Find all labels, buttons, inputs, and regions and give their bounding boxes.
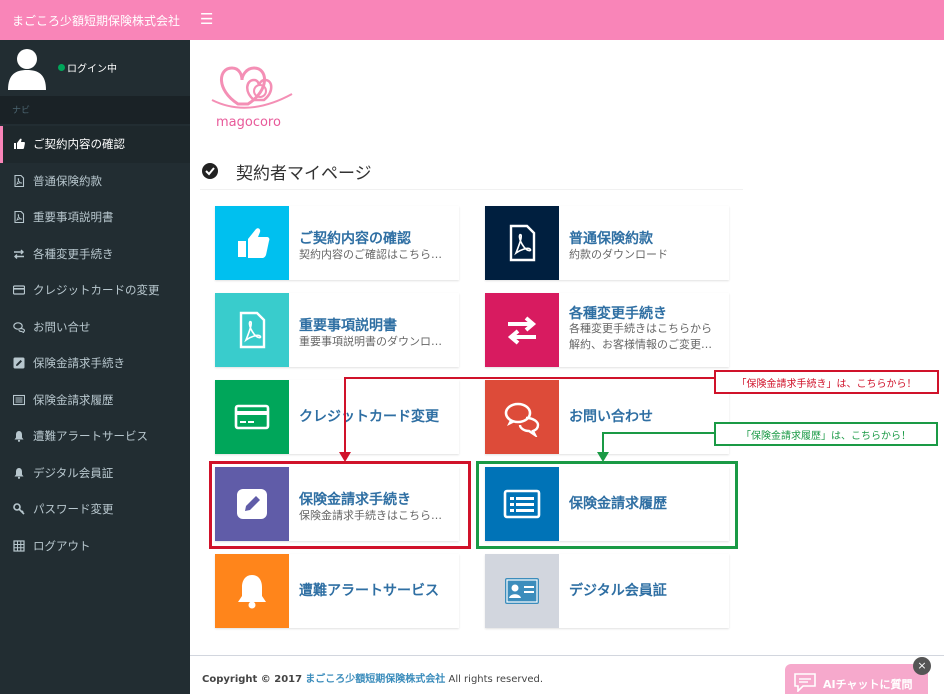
card-title: 遭難アラートサービス bbox=[299, 583, 439, 599]
logo-text: magocoro bbox=[216, 115, 281, 130]
sidebar-item-0[interactable]: ご契約内容の確認 bbox=[0, 126, 190, 163]
sidebar-item-label: ログアウト bbox=[33, 538, 91, 553]
hamburger-icon[interactable]: ☰ bbox=[200, 10, 216, 28]
top-navbar: まごころ少額短期保険株式会社 ☰ bbox=[0, 0, 944, 40]
annotation-label-claim: 「保険金請求手続き」は、こちらから！ bbox=[714, 370, 939, 394]
sidebar-item-10[interactable]: パスワード変更 bbox=[0, 491, 190, 528]
sidebar-item-label: 重要事項説明書 bbox=[33, 210, 114, 225]
card-title: 普通保険約款 bbox=[569, 231, 653, 247]
pdf-file-icon bbox=[12, 174, 26, 188]
card-9[interactable]: デジタル会員証 bbox=[485, 554, 729, 628]
sidebar-nav: ご契約内容の確認 普通保険約款 重要事項説明書 各種変更手続きクレジットカードの変更お… bbox=[0, 126, 190, 564]
chat-bubble-icon bbox=[794, 673, 816, 692]
sidebar-item-label: 普通保険約款 bbox=[33, 173, 102, 188]
exchange-icon bbox=[485, 293, 559, 367]
pdf-file-icon bbox=[485, 206, 559, 280]
sidebar-item-label: お問い合せ bbox=[33, 319, 91, 334]
bell-icon bbox=[215, 554, 289, 628]
sidebar-item-label: ご契約内容の確認 bbox=[33, 137, 125, 152]
card-3[interactable]: 各種変更手続き 各種変更手続きはこちらから 解約、お客様情報のご変更… bbox=[485, 293, 729, 367]
rights-text: All rights reserved. bbox=[448, 674, 544, 685]
sidebar-item-9[interactable]: デジタル会員証 bbox=[0, 455, 190, 492]
sidebar-item-label: クレジットカードの変更 bbox=[33, 283, 160, 298]
sidebar-item-label: 保険金請求履歴 bbox=[33, 392, 114, 407]
sidebar-item-3[interactable]: 各種変更手続き bbox=[0, 236, 190, 273]
key-icon bbox=[12, 502, 26, 516]
sidebar-item-label: パスワード変更 bbox=[33, 502, 114, 517]
annotation-box-claim bbox=[209, 461, 471, 549]
card-0[interactable]: ご契約内容の確認 契約内容のご確認はこちら… bbox=[215, 206, 459, 280]
sidebar: ログイン中 ナビ ご契約内容の確認 普通保険約款 重要事項説明書 各種変更手続きクレジ… bbox=[0, 40, 190, 694]
card-description: 契約内容のご確認はこちら… bbox=[299, 248, 442, 261]
check-circle-icon bbox=[202, 163, 218, 179]
card-title: お問い合わせ bbox=[569, 409, 653, 425]
card-description-2: 解約、お客様情報のご変更… bbox=[569, 338, 712, 351]
card-1[interactable]: 普通保険約款 約款のダウンロード bbox=[485, 206, 729, 280]
card-title: デジタル会員証 bbox=[569, 583, 667, 599]
list-icon bbox=[12, 393, 26, 407]
comments-icon bbox=[485, 380, 559, 454]
credit-card-icon bbox=[12, 283, 26, 297]
nav-header: ナビ bbox=[0, 96, 190, 124]
sidebar-item-label: デジタル会員証 bbox=[33, 465, 114, 480]
sidebar-item-6[interactable]: 保険金請求手続き bbox=[0, 345, 190, 382]
pdf-file-icon bbox=[12, 210, 26, 224]
sidebar-item-5[interactable]: お問い合せ bbox=[0, 309, 190, 346]
hand-pointer-icon bbox=[215, 206, 289, 280]
card-8[interactable]: 遭難アラートサービス bbox=[215, 554, 459, 628]
online-status-icon bbox=[58, 64, 65, 71]
sidebar-item-7[interactable]: 保険金請求履歴 bbox=[0, 382, 190, 419]
card-4[interactable]: クレジットカード変更 bbox=[215, 380, 459, 454]
card-description: 約款のダウンロード bbox=[569, 248, 668, 261]
edit-icon bbox=[12, 356, 26, 370]
id-card-icon bbox=[485, 554, 559, 628]
card-title: 各種変更手続き bbox=[569, 306, 667, 322]
sidebar-item-label: 各種変更手続き bbox=[33, 246, 114, 261]
sidebar-item-8[interactable]: 遭難アラートサービス bbox=[0, 418, 190, 455]
annotation-label-history: 「保険金請求履歴」は、こちらから！ bbox=[714, 422, 938, 446]
sidebar-item-11[interactable]: ログアウト bbox=[0, 528, 190, 565]
brand-name[interactable]: まごころ少額短期保険株式会社 bbox=[12, 12, 180, 29]
card-title: クレジットカード変更 bbox=[299, 409, 439, 425]
sidebar-item-2[interactable]: 重要事項説明書 bbox=[0, 199, 190, 236]
magocoro-logo[interactable]: magocoro bbox=[208, 60, 300, 132]
card-2[interactable]: 重要事項説明書 重要事項説明書のダウンロ… bbox=[215, 293, 459, 367]
chat-close-icon[interactable]: × bbox=[913, 657, 931, 675]
ai-chat-button[interactable]: AIチャットに質問 bbox=[785, 664, 928, 694]
sidebar-item-4[interactable]: クレジットカードの変更 bbox=[0, 272, 190, 309]
page-title: 契約者マイページ bbox=[236, 164, 372, 184]
user-avatar-icon bbox=[8, 49, 46, 90]
card-5[interactable]: お問い合わせ bbox=[485, 380, 729, 454]
card-description: 各種変更手続きはこちらから bbox=[569, 322, 712, 335]
exchange-icon bbox=[12, 247, 26, 261]
user-panel: ログイン中 bbox=[0, 40, 190, 96]
pdf-file-icon bbox=[215, 293, 289, 367]
ai-chat-label: AIチャットに質問 bbox=[823, 678, 913, 691]
card-description: 重要事項説明書のダウンロ… bbox=[299, 335, 442, 348]
login-status: ログイン中 bbox=[67, 64, 117, 75]
section-header: 契約者マイページ bbox=[200, 156, 743, 190]
sidebar-item-label: 遭難アラートサービス bbox=[33, 429, 148, 444]
company-link[interactable]: まごころ少額短期保険株式会社 bbox=[305, 674, 445, 685]
bell-icon bbox=[12, 466, 26, 480]
card-title: 重要事項説明書 bbox=[299, 318, 397, 334]
bell-icon bbox=[12, 429, 26, 443]
sidebar-item-label: 保険金請求手続き bbox=[33, 356, 125, 371]
credit-card-icon bbox=[215, 380, 289, 454]
table-icon bbox=[12, 539, 26, 553]
hand-pointer-icon bbox=[12, 137, 26, 151]
comments-icon bbox=[12, 320, 26, 334]
annotation-box-history bbox=[476, 461, 738, 549]
footer-copyright: Copyright © 2017 まごころ少額短期保険株式会社 All righ… bbox=[202, 670, 543, 685]
copyright-text: Copyright © 2017 bbox=[202, 674, 303, 685]
card-title: ご契約内容の確認 bbox=[299, 231, 411, 247]
sidebar-item-1[interactable]: 普通保険約款 bbox=[0, 163, 190, 200]
